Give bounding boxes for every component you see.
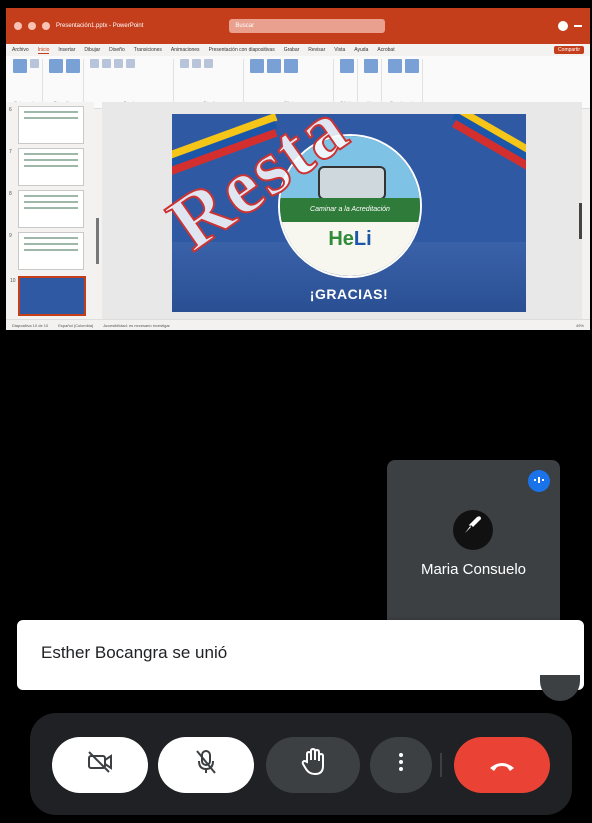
slide-thumbnail[interactable]: 9 xyxy=(9,232,84,270)
join-notification: Esther Bocangra se unió xyxy=(17,620,584,690)
more-options-button[interactable] xyxy=(370,737,432,793)
logo-wordmark-part: He xyxy=(328,228,354,250)
ppt-menu-bar: Archivo Inicio Insertar Dibujar Diseño T… xyxy=(6,44,590,56)
slide-thumbnail[interactable]: 8 xyxy=(9,190,84,228)
more-vert-icon xyxy=(398,752,404,778)
share-button[interactable]: Compartir xyxy=(554,46,584,54)
addins-icon[interactable] xyxy=(388,59,402,73)
ribbon-group: Párrafo xyxy=(177,59,244,105)
slide-thumbnails: 6 7 8 9 10 xyxy=(6,102,94,320)
menu-acrobat[interactable]: Acrobat xyxy=(377,47,394,53)
paste-icon[interactable] xyxy=(13,59,27,73)
participant-tile[interactable]: Maria Consuelo xyxy=(387,460,560,630)
heli-logo: Caminar a la Acreditación HeLi xyxy=(278,134,422,278)
menu-dibujar[interactable]: Dibujar xyxy=(84,47,100,53)
slide-canvas: Caminar a la Acreditación HeLi ¡GRACIAS! xyxy=(102,102,582,320)
zoom-level[interactable]: 49% xyxy=(576,323,584,328)
ribbon-group: Dibujo xyxy=(247,59,334,105)
slide-thumbnail-selected[interactable]: 10 xyxy=(10,276,86,316)
slide-closing-text: ¡GRACIAS! xyxy=(309,286,389,302)
slide-counter: Diapositiva 10 de 10 xyxy=(12,322,49,328)
menu-insertar[interactable]: Insertar xyxy=(58,47,75,53)
find-icon[interactable] xyxy=(340,59,354,73)
menu-ayuda[interactable]: Ayuda xyxy=(354,47,368,53)
call-controls xyxy=(30,713,572,815)
car-illustration xyxy=(318,166,386,200)
thumbnail-number: 7 xyxy=(9,149,12,155)
menu-animaciones[interactable]: Animaciones xyxy=(171,47,200,53)
new-slide-icon[interactable] xyxy=(49,59,63,73)
arrange-icon[interactable] xyxy=(267,59,281,73)
notification-text: Esther Bocangra se unió xyxy=(41,643,228,662)
slide-thumbnail[interactable]: 6 xyxy=(9,106,84,144)
menu-inicio[interactable]: Inicio xyxy=(37,47,50,54)
italic-icon[interactable] xyxy=(102,59,111,68)
thumbnail-number: 10 xyxy=(10,278,16,284)
dictate-icon[interactable] xyxy=(364,59,378,73)
shapes-icon[interactable] xyxy=(250,59,264,73)
ribbon-group: Diapositivas xyxy=(46,59,84,105)
mic-off-icon xyxy=(195,749,217,781)
camera-off-icon xyxy=(87,751,113,779)
underline-icon[interactable] xyxy=(114,59,123,68)
accessibility-status[interactable]: Accesibilidad: es necesario investigar xyxy=(103,323,169,328)
ppt-search-box[interactable]: Buscar xyxy=(229,19,386,33)
controls-divider xyxy=(440,753,442,777)
thumbnail-number: 9 xyxy=(9,233,12,239)
ribbon-group: Edición xyxy=(337,59,358,105)
flag-stripes-left xyxy=(172,114,278,184)
font-color-icon[interactable] xyxy=(126,59,135,68)
hang-up-icon xyxy=(488,752,516,778)
spacing-icon[interactable] xyxy=(204,59,213,68)
menu-archivo[interactable]: Archivo xyxy=(12,47,29,53)
save-icon[interactable] xyxy=(28,22,36,30)
account-avatar[interactable] xyxy=(558,21,568,31)
participant-name: Maria Consuelo xyxy=(420,561,527,578)
current-slide[interactable]: Caminar a la Acreditación HeLi ¡GRACIAS! xyxy=(172,114,526,312)
thumbnail-number: 6 xyxy=(9,107,12,113)
menu-revisar[interactable]: Revisar xyxy=(308,47,325,53)
flag-stripes-right xyxy=(452,114,526,187)
align-icon[interactable] xyxy=(192,59,201,68)
floating-bubble[interactable] xyxy=(540,675,580,701)
reuse-slides-icon[interactable] xyxy=(66,59,80,73)
menu-transiciones[interactable]: Transiciones xyxy=(134,47,162,53)
ribbon-group: Portapapeles xyxy=(10,59,43,105)
minimize-icon[interactable] xyxy=(574,25,582,27)
logo-wordmark-accent: Li xyxy=(353,228,372,250)
ppt-status-bar: Diapositiva 10 de 10 Español (Colombia) … xyxy=(6,319,590,330)
autosave-toggle[interactable] xyxy=(14,22,22,30)
slide-thumbnail[interactable]: 7 xyxy=(9,148,84,186)
bullets-icon[interactable] xyxy=(180,59,189,68)
designer-icon[interactable] xyxy=(405,59,419,73)
participant-avatar xyxy=(453,510,493,550)
menu-diseno[interactable]: Diseño xyxy=(109,47,125,53)
audio-level-icon xyxy=(528,470,550,492)
camera-toggle-button[interactable] xyxy=(52,737,148,793)
styles-icon[interactable] xyxy=(284,59,298,73)
undo-icon[interactable] xyxy=(42,22,50,30)
raise-hand-button[interactable] xyxy=(266,737,360,793)
shared-screen: Presentación1.pptx - PowerPoint Buscar A… xyxy=(6,8,590,330)
mic-toggle-button[interactable] xyxy=(158,737,254,793)
raise-hand-icon xyxy=(301,747,325,782)
logo-banner: Caminar a la Acreditación xyxy=(280,198,420,222)
ribbon-group: Complementos xyxy=(385,59,423,105)
hang-up-button[interactable] xyxy=(454,737,550,793)
menu-grabar[interactable]: Grabar xyxy=(284,47,300,53)
logo-wordmark: HeLi xyxy=(280,228,420,251)
ribbon-group: Voz xyxy=(361,59,382,105)
thumbnail-number: 8 xyxy=(9,191,12,197)
menu-vista[interactable]: Vista xyxy=(334,47,345,53)
slide-scrollbar[interactable] xyxy=(579,203,582,239)
cut-icon[interactable] xyxy=(30,59,39,68)
menu-presentacion[interactable]: Presentación con diapositivas xyxy=(209,47,275,53)
thumbnail-scrollbar[interactable] xyxy=(96,218,99,264)
window-title: Presentación1.pptx - PowerPoint xyxy=(56,23,144,29)
bold-icon[interactable] xyxy=(90,59,99,68)
ppt-title-bar: Presentación1.pptx - PowerPoint Buscar xyxy=(6,8,590,44)
language-status[interactable]: Español (Colombia) xyxy=(58,323,93,328)
ribbon-group: Fuente xyxy=(87,59,174,105)
